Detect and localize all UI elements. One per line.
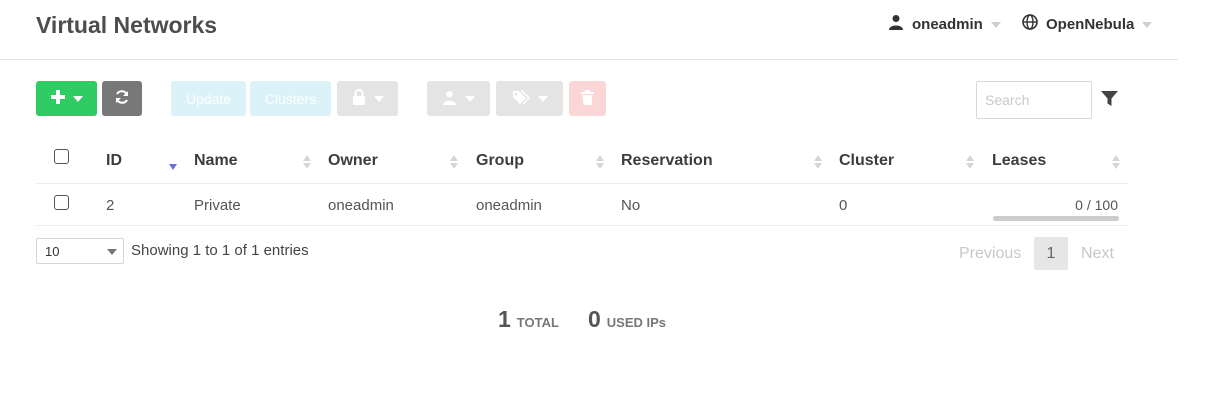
leases-progress-bar (993, 216, 1119, 221)
sort-icon (966, 155, 974, 171)
user-name: oneadmin (912, 16, 983, 33)
next-page-button[interactable]: Next (1081, 245, 1114, 263)
page-title: Virtual Networks (36, 12, 218, 38)
chevron-down-icon (107, 249, 117, 255)
user-icon (888, 14, 904, 35)
tags-icon (512, 89, 530, 108)
column-header-id[interactable]: ID (106, 152, 122, 170)
chevron-down-icon (990, 21, 1001, 28)
zone-name: OpenNebula (1046, 16, 1135, 33)
virtual-networks-table: ID Name Owner Group Reservation Cluster … (36, 140, 1128, 226)
search-input[interactable] (976, 81, 1092, 119)
delete-button[interactable] (569, 81, 606, 116)
trash-icon (581, 89, 594, 108)
previous-page-button[interactable]: Previous (959, 245, 1021, 263)
refresh-button[interactable] (102, 81, 142, 116)
column-header-leases[interactable]: Leases (992, 152, 1046, 170)
column-header-group[interactable]: Group (476, 152, 524, 170)
chevron-down-icon (537, 95, 548, 102)
change-owner-button[interactable] (427, 81, 490, 116)
refresh-icon (114, 89, 130, 108)
sort-icon (596, 155, 604, 171)
lock-button[interactable] (337, 81, 398, 116)
cell-leases: 0 / 100 (1075, 197, 1118, 213)
filter-icon[interactable] (1101, 90, 1118, 112)
user-icon (442, 90, 457, 108)
total-label: TOTAL (516, 315, 559, 330)
update-button[interactable]: Update (171, 81, 246, 116)
plus-icon (50, 90, 65, 107)
lock-icon (352, 89, 366, 108)
globe-icon (1022, 14, 1038, 35)
chevron-down-icon (72, 95, 83, 102)
cell-name: Private (194, 197, 241, 214)
sort-desc-icon (169, 164, 177, 170)
page-length-value: 10 (45, 244, 60, 259)
cell-id: 2 (106, 197, 115, 214)
labels-button[interactable] (496, 81, 563, 116)
column-header-name[interactable]: Name (194, 152, 238, 170)
page-header: Virtual Networks oneadmin OpenNebula (0, 0, 1178, 60)
clusters-button[interactable]: Clusters (250, 81, 331, 116)
chevron-down-icon (373, 95, 384, 102)
total-counter: 1 TOTAL (498, 306, 559, 333)
used-ips-label: USED IPs (606, 315, 667, 330)
user-menu[interactable]: oneadmin (888, 14, 1001, 35)
select-all-checkbox[interactable] (54, 149, 69, 164)
zone-menu[interactable]: OpenNebula (1022, 14, 1153, 35)
sort-icon (1112, 155, 1120, 171)
chevron-down-icon (1142, 21, 1153, 28)
table-row[interactable]: 2 Private oneadmin oneadmin No 0 0 / 100 (36, 184, 1128, 226)
column-header-owner[interactable]: Owner (328, 152, 378, 170)
column-header-reservation[interactable]: Reservation (621, 152, 713, 170)
cell-cluster: 0 (839, 197, 848, 214)
sort-icon (303, 155, 311, 171)
page-length-select[interactable]: 10 (36, 238, 124, 264)
create-button[interactable] (36, 81, 97, 116)
chevron-down-icon (465, 95, 475, 102)
sort-icon (450, 155, 458, 171)
cell-group: oneadmin (476, 197, 542, 214)
cell-reservation: No (621, 197, 641, 214)
table-header: ID Name Owner Group Reservation Cluster … (36, 140, 1128, 184)
used-ips-counter: 0 USED IPs (588, 306, 666, 333)
row-checkbox[interactable] (54, 195, 69, 210)
table-info: Showing 1 to 1 of 1 entries (131, 242, 309, 259)
cell-owner: oneadmin (328, 197, 394, 214)
used-ips-count: 0 (588, 306, 601, 332)
current-page-button[interactable]: 1 (1034, 237, 1068, 270)
column-header-cluster[interactable]: Cluster (839, 152, 894, 170)
total-count: 1 (498, 306, 511, 332)
sort-icon (814, 155, 822, 171)
